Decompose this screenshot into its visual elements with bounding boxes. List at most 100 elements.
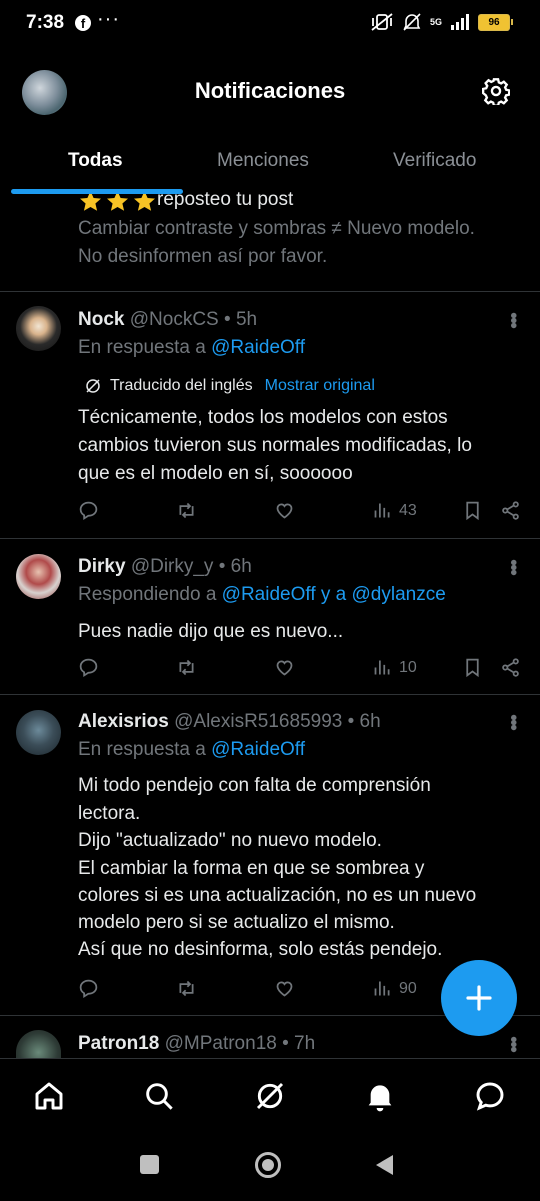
repost-icon xyxy=(179,980,194,997)
reply-button[interactable] xyxy=(78,978,176,999)
repost-button[interactable] xyxy=(176,657,274,678)
mute-icon xyxy=(403,13,421,31)
tab-verificado[interactable]: Verificado xyxy=(393,150,476,172)
compose-plus-icon xyxy=(466,985,492,1011)
battery-indicator: 96 xyxy=(478,13,513,31)
repost-icon xyxy=(179,502,194,519)
translated-label: Traducido del inglés xyxy=(110,377,253,394)
more-options-icon[interactable]: ••• xyxy=(502,312,524,327)
tab-menciones[interactable]: Menciones xyxy=(217,150,309,172)
post-body-line: lectora. xyxy=(78,803,141,824)
views-icon xyxy=(374,503,390,518)
reply-mention-link[interactable]: @RaideOff xyxy=(211,337,305,358)
post-body-line: Dijo "actualizado" no nuevo modelo. xyxy=(78,830,382,851)
share-icon xyxy=(502,501,519,520)
author-handle[interactable]: @NockCS xyxy=(130,309,219,330)
show-original-link[interactable]: Mostrar original xyxy=(265,377,375,395)
home-system-button[interactable] xyxy=(255,1152,281,1178)
author-handle[interactable]: @Dirky_y xyxy=(131,556,214,577)
author-name[interactable]: Dirky xyxy=(78,556,126,577)
share-button[interactable] xyxy=(500,657,521,678)
gear-icon[interactable] xyxy=(482,77,510,105)
status-time: 7:38 xyxy=(26,12,65,33)
post-body-line: Así que no desinforma, solo estás pendej… xyxy=(78,939,443,960)
post-body-line: Pues nadie dijo que es nuevo... xyxy=(78,621,344,642)
status-indicators: 5G 96 xyxy=(370,12,513,32)
reply-prefix: Respondiendo a xyxy=(78,584,217,605)
tab-todas[interactable]: Todas xyxy=(68,150,123,172)
home-icon[interactable] xyxy=(33,1080,65,1112)
reply-button[interactable] xyxy=(78,657,176,678)
bookmark-icon xyxy=(466,501,479,521)
avatar[interactable] xyxy=(16,554,61,599)
reply-context: Respondiendo a @RaideOff y a @dylanzce xyxy=(78,581,446,609)
divider xyxy=(0,538,540,539)
bookmark-icon xyxy=(466,658,479,678)
reply-mention-link[interactable]: @RaideOff xyxy=(211,739,305,760)
repost-button[interactable] xyxy=(176,978,274,999)
heart-icon xyxy=(276,981,293,997)
facebook-notification-icon: f xyxy=(75,15,91,31)
like-button[interactable] xyxy=(274,978,372,999)
avatar[interactable] xyxy=(16,710,61,755)
post-body-line: colores si es una actualización, no es u… xyxy=(78,885,477,906)
page-title: Notificaciones xyxy=(194,78,346,103)
author-name[interactable]: Nock xyxy=(78,309,124,330)
post-time: • 6h xyxy=(347,711,381,732)
author-name[interactable]: Patron18 xyxy=(78,1033,159,1054)
divider xyxy=(0,291,540,292)
post-header: Patron18 @MPatron18 • 7h xyxy=(78,1030,315,1058)
post-body-line: Técnicamente, todos los modelos con esto… xyxy=(78,407,448,428)
bell-icon[interactable] xyxy=(364,1080,396,1112)
signal-icon xyxy=(451,14,469,30)
reply-mention-link[interactable]: @RaideOff y a @dylanzce xyxy=(222,584,446,605)
search-icon[interactable] xyxy=(143,1080,175,1112)
messages-icon[interactable] xyxy=(474,1080,506,1112)
author-handle[interactable]: @MPatron18 xyxy=(165,1033,277,1054)
repost-icon xyxy=(179,659,194,676)
reply-icon xyxy=(79,501,98,520)
share-button[interactable] xyxy=(500,500,521,521)
views-icon xyxy=(374,660,390,675)
more-options-icon[interactable]: ••• xyxy=(502,714,524,729)
grok-icon[interactable] xyxy=(254,1080,286,1112)
back-system-button[interactable] xyxy=(373,1153,395,1177)
views-button[interactable]: 10 xyxy=(372,657,462,678)
post-body-line: Mi todo pendejo con falta de comprensión xyxy=(78,775,431,796)
bookmark-button[interactable] xyxy=(462,500,500,521)
grok-icon xyxy=(86,379,100,393)
avatar[interactable] xyxy=(16,306,61,351)
post-time: • 6h xyxy=(218,556,252,577)
post-header: Alexisrios @AlexisR51685993 • 6h xyxy=(78,708,381,736)
reply-context: En respuesta a @RaideOff xyxy=(78,334,305,362)
avatar[interactable] xyxy=(16,1030,61,1058)
more-options-icon[interactable]: ••• xyxy=(502,559,524,574)
repost-button[interactable] xyxy=(176,500,274,521)
post-header: Nock @NockCS • 5h xyxy=(78,306,257,334)
heart-icon xyxy=(276,503,293,519)
reply-icon xyxy=(79,979,98,998)
reply-button[interactable] xyxy=(78,500,176,521)
more-options-icon[interactable]: ••• xyxy=(502,1036,524,1051)
views-icon xyxy=(374,981,390,996)
translation-bar: Traducido del inglés Mostrar original xyxy=(84,377,375,395)
more-notifications-icon: ··· xyxy=(97,8,120,30)
network-type-label: 5G xyxy=(429,16,442,27)
author-handle[interactable]: @AlexisR51685993 xyxy=(174,711,342,732)
compose-button[interactable] xyxy=(441,960,517,1036)
active-tab-indicator xyxy=(11,189,183,194)
post-body-line: que es el modelo en sí, soooooo xyxy=(78,463,353,484)
like-button[interactable] xyxy=(274,500,372,521)
author-name[interactable]: Alexisrios xyxy=(78,711,169,732)
views-button[interactable]: 43 xyxy=(372,500,462,521)
recent-apps-button[interactable] xyxy=(140,1155,159,1174)
vibrate-off-icon xyxy=(371,13,393,31)
post-header: Dirky @Dirky_y • 6h xyxy=(78,553,252,581)
divider xyxy=(0,694,540,695)
post-actions: 10 xyxy=(78,657,524,678)
post-actions: 43 xyxy=(78,500,524,521)
like-button[interactable] xyxy=(274,657,372,678)
bookmark-button[interactable] xyxy=(462,657,500,678)
heart-icon xyxy=(276,660,293,676)
post-time: • 5h xyxy=(224,309,258,330)
